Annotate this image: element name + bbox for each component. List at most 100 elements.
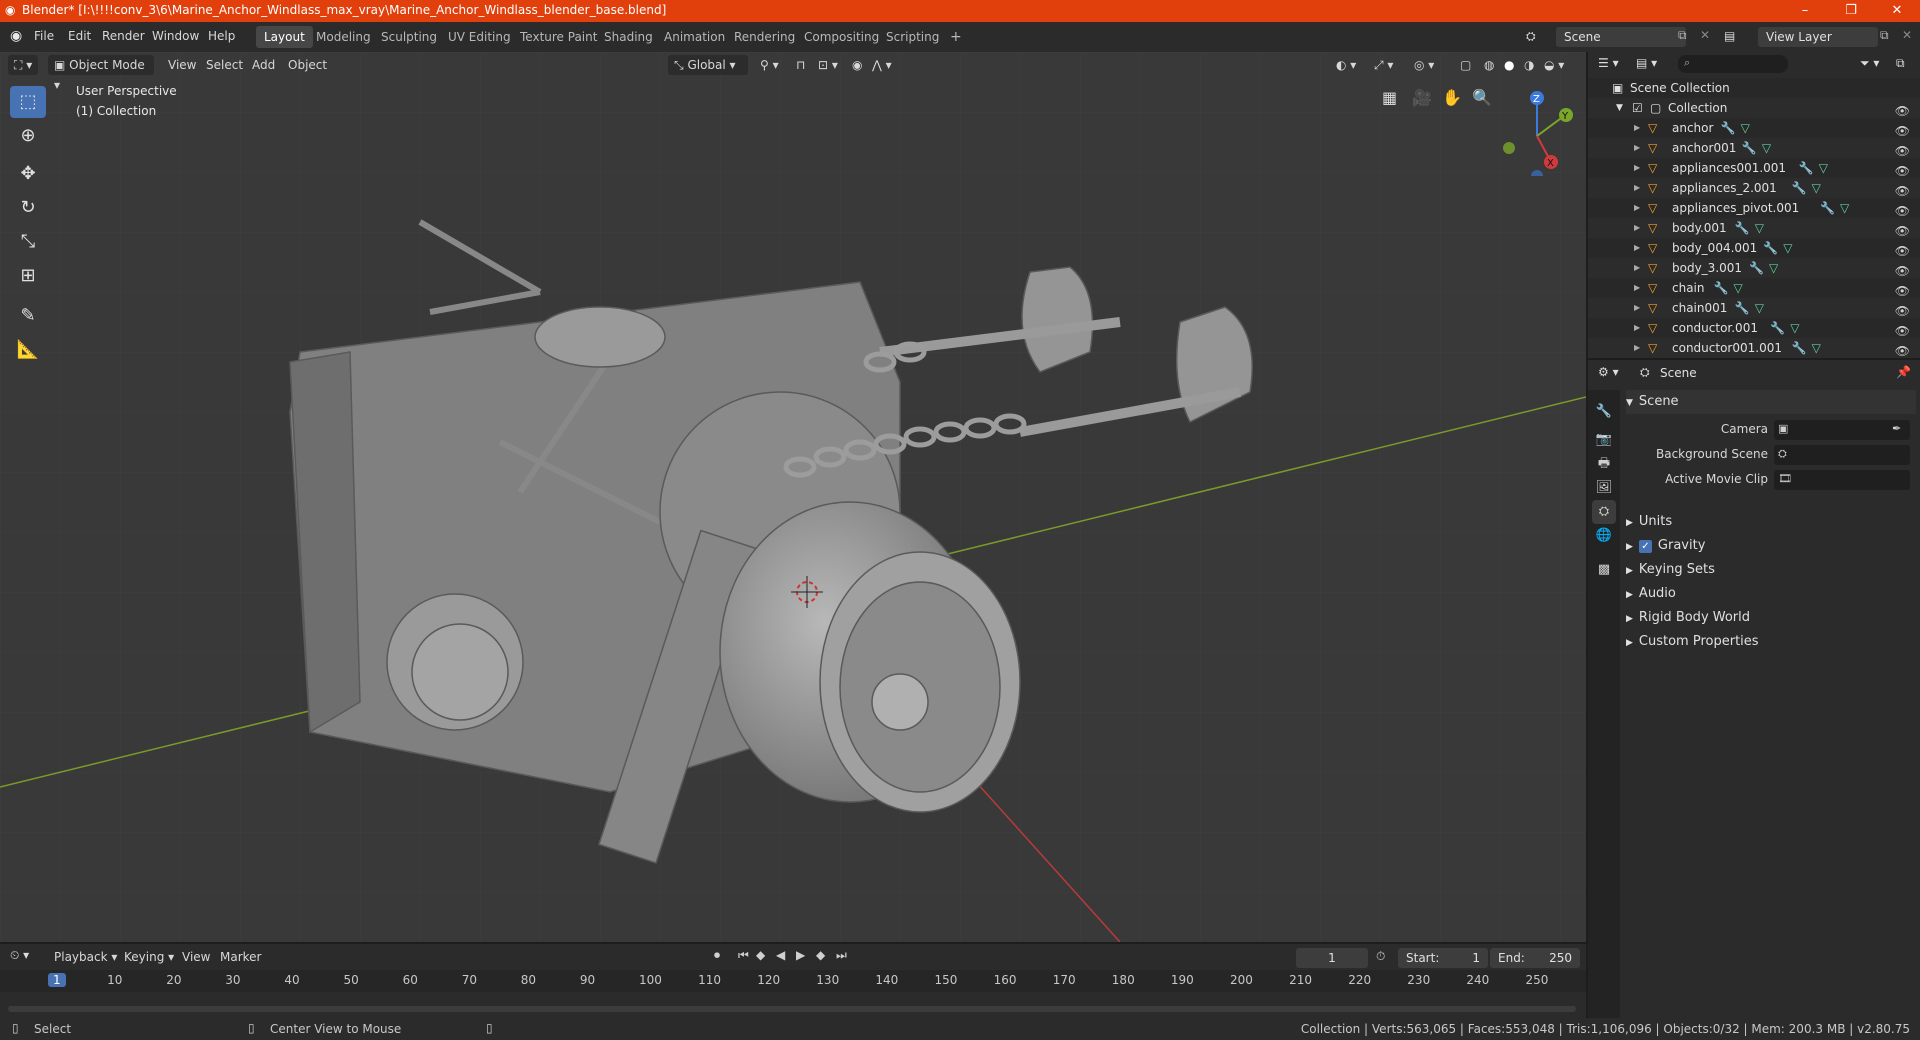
vp-menu-object[interactable]: Object — [282, 55, 333, 75]
menu-file[interactable]: File — [34, 29, 54, 43]
expand-item-icon[interactable]: ▶ — [1634, 118, 1640, 138]
outliner-scene-collection[interactable]: ▣ Scene Collection — [1588, 78, 1920, 98]
close-button[interactable]: ✕ — [1874, 0, 1920, 22]
mesh-data-icon[interactable]: ▽ — [1819, 158, 1828, 178]
rotate-tool-icon[interactable]: ↻ — [10, 192, 46, 224]
modifier-icon[interactable]: 🔧 — [1792, 338, 1807, 358]
outliner-item[interactable]: ▶ ▽ appliances001.001 🔧 ▽ 👁 — [1588, 158, 1920, 178]
timeline-scrollbar[interactable] — [8, 1006, 1576, 1012]
outliner-item[interactable]: ▶ ▽ anchor001 🔧 ▽ 👁 — [1588, 138, 1920, 158]
maximize-button[interactable]: ❐ — [1828, 0, 1874, 22]
pan-view-icon[interactable]: ✋ — [1442, 88, 1462, 107]
outliner-item[interactable]: ▶ ▽ body_3.001 🔧 ▽ 👁 — [1588, 258, 1920, 278]
background-scene-field[interactable]: ⛭ — [1774, 445, 1910, 465]
outliner-item[interactable]: ▶ ▽ body.001 🔧 ▽ 👁 — [1588, 218, 1920, 238]
modifier-icon[interactable]: 🔧 — [1735, 218, 1750, 238]
record-icon[interactable]: ⏺ — [714, 948, 720, 963]
snap-target-icon[interactable]: ⊡ ▾ — [812, 55, 844, 75]
visibility-icon[interactable]: ◐ ▾ — [1330, 55, 1362, 75]
xray-icon[interactable]: ▢ — [1454, 55, 1477, 75]
tab-shading[interactable]: Shading — [596, 26, 661, 48]
outliner-editor-type-icon[interactable]: ☰ ▾ — [1598, 56, 1619, 70]
scene-tab-icon[interactable]: ⛭ — [1592, 500, 1616, 524]
gravity-checkbox[interactable]: ✓ — [1638, 540, 1652, 553]
timeline-menu-keying[interactable]: Keying ▾ — [118, 947, 180, 967]
navigation-gizmo[interactable]: Z Y X — [1492, 86, 1582, 176]
scale-tool-icon[interactable]: ⤡ — [10, 226, 46, 258]
3d-viewport[interactable]: ⛶ ▾ ▣ Object Mode ▾ View Select Add Obje… — [0, 52, 1586, 942]
jump-end-icon[interactable]: ⏭ — [836, 948, 847, 963]
panel-keying-sets[interactable]: ▶ Keying Sets — [1626, 558, 1916, 582]
start-frame-field[interactable]: Start: 1 — [1398, 948, 1488, 968]
expand-collection-icon[interactable]: ▼ — [1616, 98, 1623, 118]
pivot-point-icon[interactable]: ⚲ ▾ — [754, 55, 785, 75]
outliner-item[interactable]: ▶ ▽ appliances_2.001 🔧 ▽ 👁 — [1588, 178, 1920, 198]
modifier-icon[interactable]: 🔧 — [1799, 158, 1814, 178]
expand-item-icon[interactable]: ▶ — [1634, 218, 1640, 238]
new-view-layer-icon[interactable]: ⧉ — [1880, 28, 1889, 43]
current-frame-field[interactable]: 1 — [1296, 948, 1368, 968]
delete-view-layer-icon[interactable]: ✕ — [1902, 28, 1912, 42]
expand-item-icon[interactable]: ▶ — [1634, 238, 1640, 258]
output-tab-icon[interactable]: 🖶 — [1592, 452, 1616, 476]
tab-uv-editing[interactable]: UV Editing — [440, 26, 519, 48]
expand-item-icon[interactable]: ▶ — [1634, 158, 1640, 178]
expand-item-icon[interactable]: ▶ — [1634, 178, 1640, 198]
new-scene-icon[interactable]: ⧉ — [1678, 28, 1687, 43]
mesh-data-icon[interactable]: ▽ — [1755, 218, 1764, 238]
tab-scripting[interactable]: Scripting — [878, 26, 947, 48]
editor-type-icon[interactable]: ⛶ ▾ — [8, 55, 39, 75]
outliner-item[interactable]: ▶ ▽ body_004.001 🔧 ▽ 👁 — [1588, 238, 1920, 258]
mesh-data-icon[interactable]: ▽ — [1762, 138, 1771, 158]
viewport-canvas[interactable] — [0, 52, 1586, 942]
view-layer-browse-icon[interactable]: ▤ — [1724, 29, 1735, 43]
outliner-collection[interactable]: ▼ ☑ ▢ Collection 👁 — [1588, 98, 1920, 118]
play-reverse-icon[interactable]: ◀ — [776, 948, 785, 962]
texture-tab-icon[interactable]: ▩ — [1592, 558, 1616, 582]
transform-tool-icon[interactable]: ⊞ — [10, 260, 46, 292]
scene-field[interactable]: Scene — [1556, 27, 1686, 47]
play-icon[interactable]: ▶ — [796, 948, 805, 962]
mode-selector[interactable]: ▣ Object Mode ▾ — [48, 55, 154, 92]
rendered-shading-icon[interactable]: ◒ ▾ — [1538, 55, 1570, 75]
mesh-data-icon[interactable]: ▽ — [1755, 298, 1764, 318]
modifier-icon[interactable]: 🔧 — [1714, 278, 1729, 298]
outliner-item[interactable]: ▶ ▽ chain 🔧 ▽ 👁 — [1588, 278, 1920, 298]
mesh-data-icon[interactable]: ▽ — [1734, 278, 1743, 298]
mesh-data-icon[interactable]: ▽ — [1812, 338, 1821, 358]
expand-item-icon[interactable]: ▶ — [1634, 298, 1640, 318]
modifier-icon[interactable]: 🔧 — [1749, 258, 1764, 278]
tab-rendering[interactable]: Rendering — [726, 26, 803, 48]
preview-range-icon[interactable]: ⏱ — [1376, 949, 1385, 964]
outliner-item[interactable]: ▶ ▽ anchor 🔧 ▽ 👁 — [1588, 118, 1920, 138]
tab-sculpting[interactable]: Sculpting — [373, 26, 445, 48]
modifier-icon[interactable]: 🔧 — [1770, 318, 1785, 338]
tab-layout[interactable]: Layout — [256, 26, 313, 48]
camera-view-icon[interactable]: 🎥 — [1412, 88, 1432, 107]
tool-tab-icon[interactable]: 🔧 — [1592, 400, 1616, 424]
view-layer-field[interactable]: View Layer — [1758, 27, 1878, 47]
expand-item-icon[interactable]: ▶ — [1634, 278, 1640, 298]
tab-animation[interactable]: Animation — [656, 26, 733, 48]
panel-rigid-body-world[interactable]: ▶ Rigid Body World — [1626, 606, 1916, 630]
mesh-data-icon[interactable]: ▽ — [1790, 318, 1799, 338]
modifier-icon[interactable]: 🔧 — [1742, 138, 1757, 158]
timeline-menu-marker[interactable]: Marker — [214, 947, 267, 967]
panel-audio[interactable]: ▶ Audio — [1626, 582, 1916, 606]
render-tab-icon[interactable]: 📷 — [1592, 428, 1616, 452]
mesh-data-icon[interactable]: ▽ — [1769, 258, 1778, 278]
cursor-tool-icon[interactable]: ⊕ — [10, 120, 46, 152]
timeline-menu-playback[interactable]: Playback ▾ — [48, 947, 123, 967]
tab-texture-paint[interactable]: Texture Paint — [512, 26, 605, 48]
mesh-data-icon[interactable]: ▽ — [1741, 118, 1750, 138]
toggle-grid-icon[interactable]: ▦ — [1382, 88, 1397, 107]
menu-edit[interactable]: Edit — [68, 29, 91, 43]
move-tool-icon[interactable]: ✥ — [10, 158, 46, 190]
view-layer-tab-icon[interactable]: 🖼 — [1592, 476, 1616, 500]
transform-orientation-dropdown[interactable]: ⤡ Global ▾ — [668, 55, 748, 75]
jump-start-icon[interactable]: ⏮ — [738, 948, 749, 963]
active-movie-clip-field[interactable]: 🎞 — [1774, 470, 1910, 490]
mesh-data-icon[interactable]: ▽ — [1840, 198, 1849, 218]
outliner-search-input[interactable]: ⌕ — [1678, 55, 1788, 73]
snap-icon[interactable]: ⊓ — [790, 55, 811, 75]
